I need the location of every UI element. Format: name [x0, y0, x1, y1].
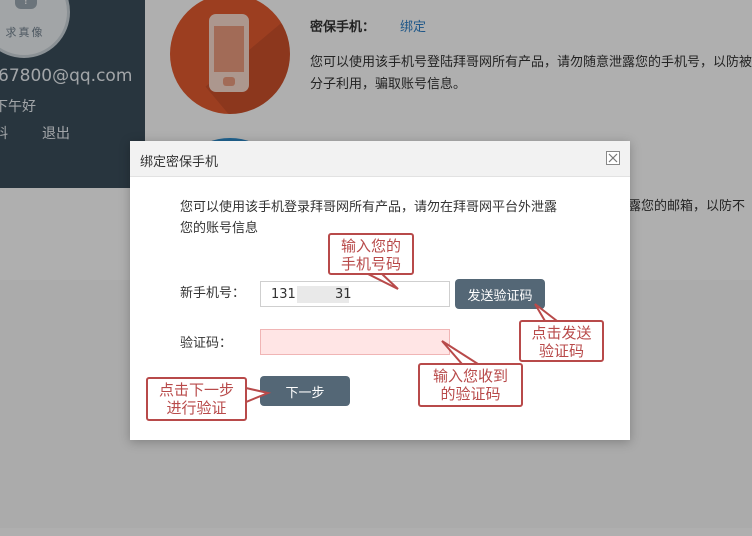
- hint-line: 手机号码: [340, 255, 401, 273]
- send-code-hint: 点击发送 验证码: [519, 320, 604, 362]
- phone-input-hint: 输入您的 手机号码: [328, 233, 414, 275]
- code-input-hint: 输入您收到 的验证码: [418, 363, 523, 407]
- hint-line: 验证码: [538, 342, 584, 360]
- phone-label: 新手机号：: [180, 286, 246, 301]
- code-label: 验证码：: [180, 336, 233, 351]
- hint-line: 进行验证: [166, 399, 227, 417]
- close-icon[interactable]: [606, 151, 620, 165]
- send-code-button[interactable]: 发送验证码: [455, 279, 545, 309]
- phone-value-suffix: 31: [335, 287, 352, 302]
- hint-line: 的验证码: [440, 385, 501, 403]
- dialog-title: 绑定密保手机: [140, 155, 219, 170]
- hint-line: 点击下一步: [158, 381, 234, 399]
- phone-input[interactable]: 131 31: [260, 281, 450, 307]
- next-step-hint: 点击下一步 进行验证: [146, 377, 247, 421]
- phone-value-prefix: 131: [271, 287, 296, 302]
- next-step-button[interactable]: 下一步: [260, 376, 350, 406]
- hint-line: 点击发送: [531, 324, 592, 342]
- code-input[interactable]: [260, 329, 450, 355]
- dialog-header: 绑定密保手机: [130, 141, 630, 177]
- hint-line: 输入您的: [340, 237, 401, 255]
- hint-line: 输入您收到: [432, 367, 508, 385]
